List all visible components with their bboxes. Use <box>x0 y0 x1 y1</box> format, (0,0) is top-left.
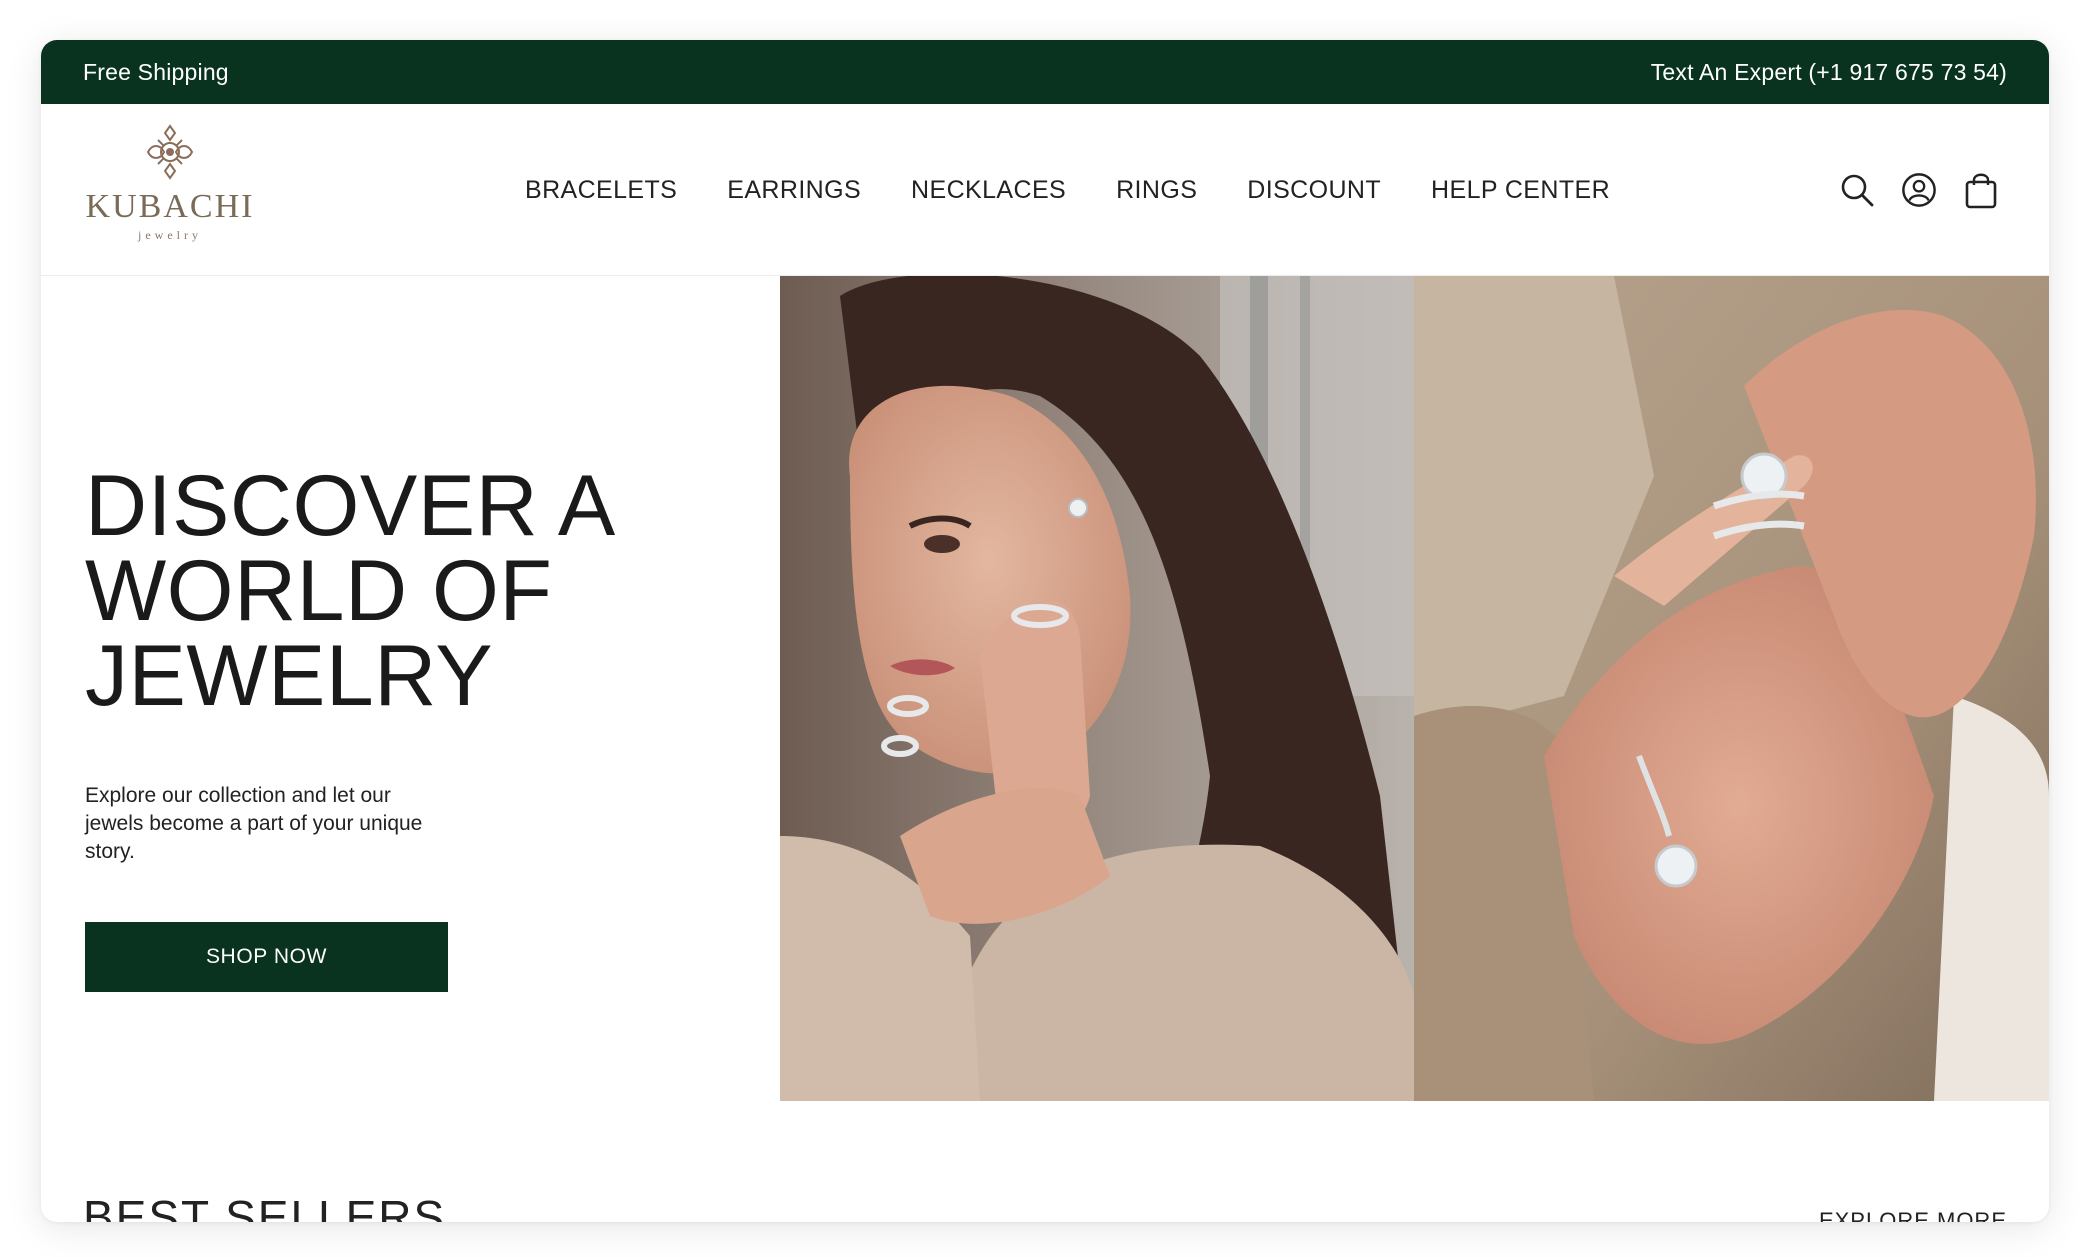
account-button[interactable] <box>1901 170 1937 210</box>
nav-item-earrings[interactable]: EARRINGS <box>727 176 861 205</box>
brand-logo[interactable]: KUBACHI jewelry <box>85 124 255 252</box>
headline-line: JEWELRY <box>85 628 494 724</box>
nav-item-discount[interactable]: DISCOUNT <box>1247 176 1381 205</box>
search-button[interactable] <box>1839 170 1875 210</box>
announcement-bar: Free Shipping Text An Expert (+1 917 675… <box>41 40 2049 104</box>
browser-frame: Free Shipping Text An Expert (+1 917 675… <box>41 40 2049 1222</box>
header-actions <box>1839 104 1999 276</box>
shop-now-button[interactable]: SHOP NOW <box>85 922 448 992</box>
brand-name: KUBACHI <box>85 188 255 225</box>
brand-tagline: jewelry <box>138 228 202 242</box>
hero-section: DISCOVER A WORLD OF JEWELRY Explore our … <box>85 276 785 1136</box>
nav-item-rings[interactable]: RINGS <box>1116 176 1197 205</box>
headline-line: WORLD OF <box>85 543 553 639</box>
best-sellers-title: BEST SELLERS <box>83 1191 447 1222</box>
account-icon <box>1902 173 1936 207</box>
shopping-bag-icon <box>1965 173 1997 209</box>
model-photo-icon <box>780 276 1414 1101</box>
rings-photo-icon <box>1414 276 2049 1101</box>
headline-line: DISCOVER A <box>85 458 616 554</box>
nav-item-bracelets[interactable]: BRACELETS <box>525 176 677 205</box>
hero-image-model <box>780 276 1414 1101</box>
nav-item-necklaces[interactable]: NECKLACES <box>911 176 1066 205</box>
hero-image-rings <box>1414 276 2049 1101</box>
hero-description: Explore our collection and let our jewel… <box>85 784 423 863</box>
free-shipping-text: Free Shipping <box>83 58 229 85</box>
nav-item-help-center[interactable]: HELP CENTER <box>1431 176 1610 205</box>
cart-button[interactable] <box>1963 170 1999 210</box>
search-icon <box>1841 174 1874 207</box>
explore-more-link[interactable]: EXPLORE MORE <box>1819 1208 2007 1222</box>
hero-headline: DISCOVER A WORLD OF JEWELRY <box>85 458 725 724</box>
main-nav: BRACELETS EARRINGS NECKLACES RINGS DISCO… <box>525 104 1610 276</box>
site-header: KUBACHI jewelry BRACELETS EARRINGS NECKL… <box>41 104 2049 276</box>
text-expert-link[interactable]: Text An Expert (+1 917 675 73 54) <box>1651 59 2007 86</box>
brand-emblem-icon <box>146 124 194 180</box>
